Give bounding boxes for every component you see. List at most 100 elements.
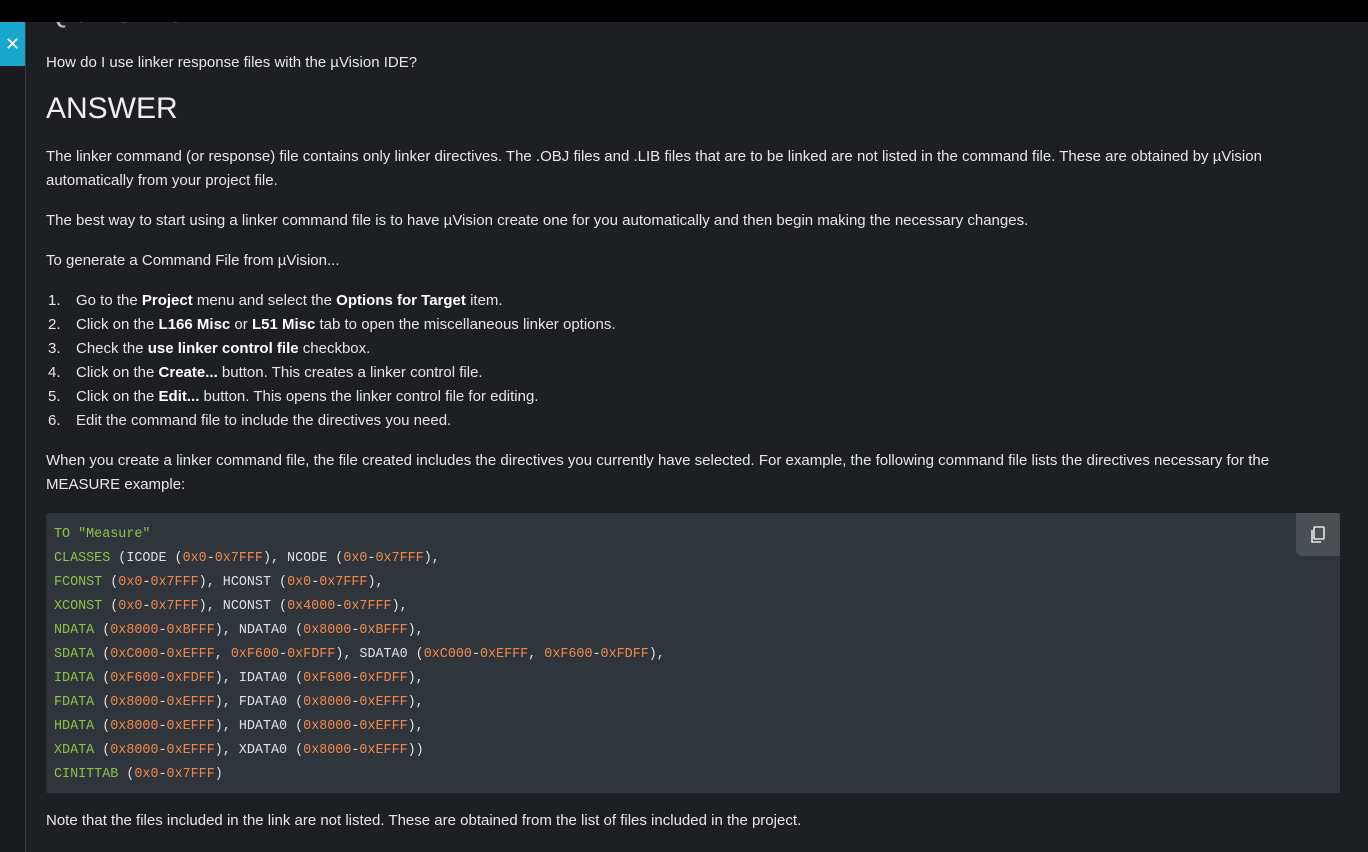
code-token: ), (407, 623, 424, 638)
step-emphasis: L51 Misc (251, 316, 316, 333)
code-token: SDATA (54, 647, 95, 662)
code-token: - (158, 671, 167, 686)
code-token: ( (94, 623, 111, 638)
code-token: ), SDATA0 ( (335, 647, 424, 662)
code-token: 0x8000 (303, 623, 352, 638)
code-token: ), IDATA0 ( (214, 671, 304, 686)
close-button[interactable]: ✕ (0, 22, 25, 66)
code-token: 0x8000 (110, 719, 159, 734)
code-text: TO "Measure" CLASSES (ICODE (0x0-0x7FFF),… (54, 523, 665, 787)
step-emphasis: Options for Target (336, 292, 466, 309)
step-fragment: Edit the command file to include the dir… (76, 412, 452, 429)
step-number: 5. (48, 388, 61, 405)
code-token: ( (94, 647, 111, 662)
code-token: ), (407, 719, 424, 734)
step-item: 1. Go to the Project menu and select the … (46, 289, 616, 313)
code-token: 0x4000 (287, 599, 336, 614)
code-token: HDATA (54, 719, 95, 734)
code-token: ), HDATA0 ( (214, 719, 304, 734)
code-token: FCONST (54, 575, 103, 590)
code-token: 0xEFFF (359, 743, 408, 758)
step-fragment: Click on the (76, 388, 159, 405)
code-token: - (158, 719, 167, 734)
code-token: XCONST (54, 599, 103, 614)
code-token: 0x0 (118, 599, 143, 614)
step-item: 5. Click on the Edit... button. This open… (46, 385, 616, 409)
code-token: 0xEFFF (166, 719, 215, 734)
code-token: 0x0 (134, 767, 159, 782)
code-token: 0xEFFF (359, 719, 408, 734)
code-token: 0x7FFF (150, 599, 199, 614)
sidebar-strip (0, 22, 26, 852)
code-token: , (214, 647, 231, 662)
step-fragment: Click on the (76, 316, 159, 333)
code-token: ), XDATA0 ( (214, 743, 304, 758)
step-text: Click on the L166 Misc or L51 Misc tab t… (76, 313, 616, 337)
code-token: 0xBFFF (166, 623, 215, 638)
step-fragment: Click on the (76, 364, 159, 381)
question-text: How do I use linker response files with … (46, 54, 418, 71)
code-token: - (158, 743, 167, 758)
code-token: 0xBFFF (359, 623, 408, 638)
code-token: ( (94, 743, 111, 758)
step-text: Go to the Project menu and select the Op… (76, 289, 503, 313)
code-token: 0xF600 (544, 647, 593, 662)
step-text: Click on the Create... button. This crea… (76, 361, 483, 385)
paragraph-generate: To generate a Command File from µVision.… (46, 252, 340, 269)
code-token: IDATA (54, 671, 95, 686)
step-fragment: checkbox. (298, 340, 371, 357)
step-fragment: menu and select the (192, 292, 337, 309)
code-token: ( (94, 671, 111, 686)
step-number: 4. (48, 364, 61, 381)
code-line: FCONST (0x0-0x7FFF), HCONST (0x0-0x7FFF)… (54, 571, 665, 595)
step-fragment: Go to the (76, 292, 142, 309)
steps-list: 1. Go to the Project menu and select the … (46, 289, 616, 433)
code-line: CLASSES (ICODE (0x0-0x7FFF), NCODE (0x0-… (54, 547, 665, 571)
code-token: 0xEFFF (479, 647, 529, 662)
code-line: NDATA (0x8000-0xBFFF), NDATA0 (0x8000-0x… (54, 619, 665, 643)
code-token: - (158, 647, 167, 662)
code-token: ), FDATA0 ( (214, 695, 304, 710)
code-token: CINITTAB (54, 767, 119, 782)
code-token: TO (54, 527, 79, 542)
code-token: ( (94, 695, 111, 710)
paragraph-note: Note that the files included in the link… (46, 812, 802, 829)
step-emphasis: Create... (158, 364, 218, 381)
code-token: ), (391, 599, 408, 614)
code-token: 0x7FFF (343, 599, 392, 614)
code-token: 0xFDFF (166, 671, 215, 686)
code-token: 0x7FFF (166, 767, 215, 782)
copy-icon (1311, 525, 1325, 543)
paragraph-example: When you create a linker command file, t… (46, 452, 1270, 493)
code-token: 0xEFFF (166, 647, 215, 662)
code-token: , (528, 647, 545, 662)
step-fragment: or (230, 316, 252, 333)
code-token: ( (102, 575, 119, 590)
code-token: ), NCODE ( (262, 551, 344, 566)
code-token: ), (648, 647, 665, 662)
step-fragment: button. This creates a linker control fi… (217, 364, 483, 381)
code-line: XCONST (0x0-0x7FFF), NCONST (0x4000-0x7F… (54, 595, 665, 619)
code-token: 0xF600 (230, 647, 280, 662)
code-line: CINITTAB (0x0-0x7FFF) (54, 763, 665, 787)
code-token: ( (118, 767, 135, 782)
step-item: 6. Edit the command file to include the d… (46, 409, 616, 433)
code-token: - (158, 695, 167, 710)
code-token: - (592, 647, 601, 662)
code-line: FDATA (0x8000-0xEFFF), FDATA0 (0x8000-0x… (54, 691, 665, 715)
code-token: 0xFDFF (359, 671, 408, 686)
step-item: 3. Check the use linker control file chec… (46, 337, 616, 361)
code-token: 0xC000 (110, 647, 159, 662)
code-token: - (206, 551, 215, 566)
step-fragment: button. This opens the linker control fi… (199, 388, 539, 405)
code-token: 0x0 (182, 551, 207, 566)
code-token: - (158, 623, 167, 638)
step-number: 2. (48, 316, 61, 333)
paragraph-best-way: The best way to start using a linker com… (46, 212, 1029, 229)
code-token: 0x8000 (110, 623, 159, 638)
code-token: 0x0 (287, 575, 312, 590)
step-emphasis: Edit... (158, 388, 200, 405)
step-fragment: Check the (76, 340, 148, 357)
copy-button[interactable] (1296, 513, 1340, 556)
close-icon: ✕ (4, 33, 21, 54)
